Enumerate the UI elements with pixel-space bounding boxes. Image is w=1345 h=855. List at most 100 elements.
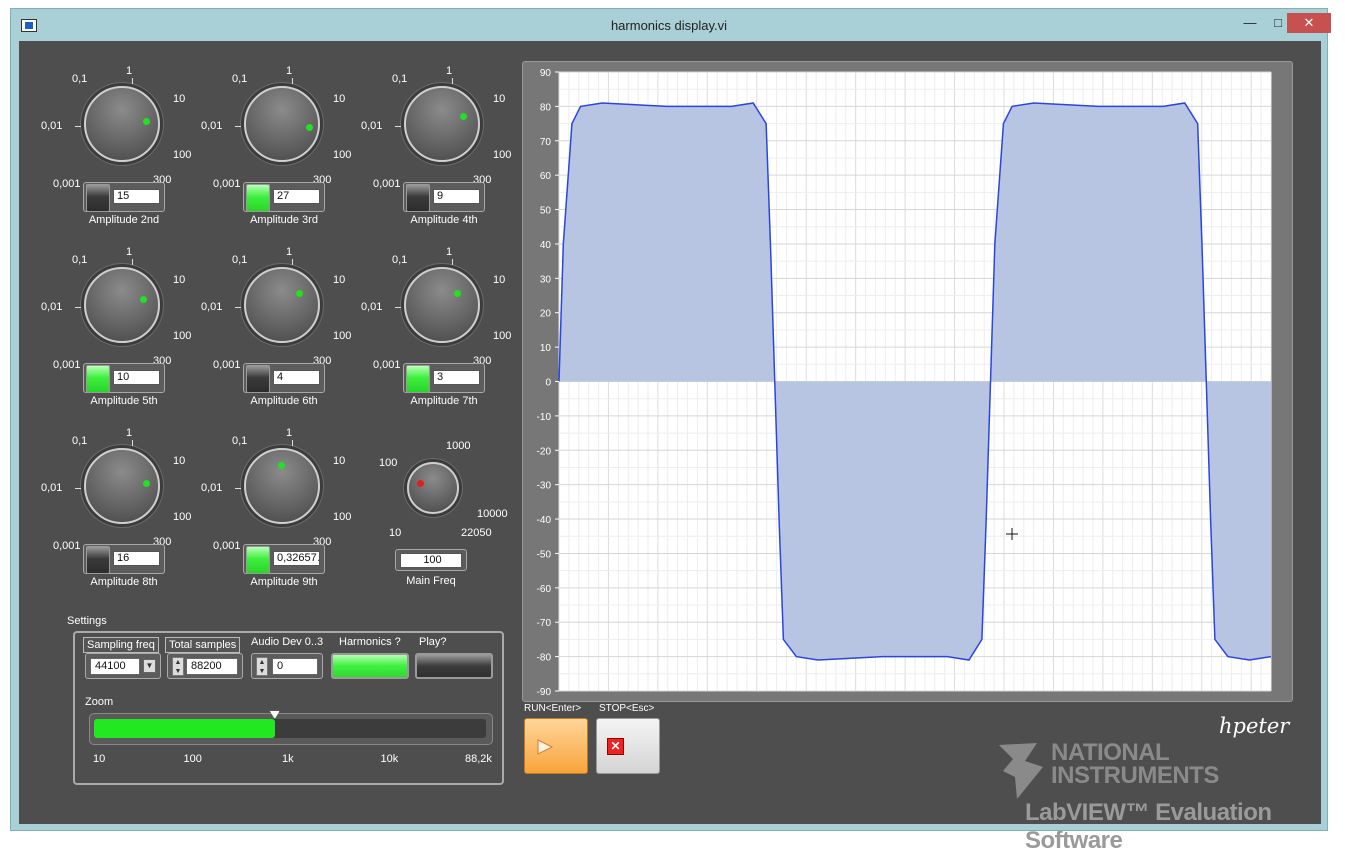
amplitude-input[interactable]: 9 — [403, 182, 485, 212]
dropdown-arrow-icon[interactable]: ▼ — [143, 659, 156, 673]
amplitude-value[interactable]: 16 — [113, 551, 160, 566]
sampling-freq-select[interactable]: 44100 ▼ — [85, 653, 161, 679]
zoom-tick-label: 1k — [282, 753, 294, 765]
total-samples-spin-icon[interactable]: ▲ ▼ — [172, 657, 184, 676]
settings-panel: Settings Sampling freq 44100 ▼ Total sam… — [67, 615, 504, 785]
knob-scale-label: 10 — [333, 93, 346, 105]
amplitude-input[interactable]: 3 — [403, 363, 485, 393]
knob-tick — [395, 307, 401, 308]
ni-eagle-logo-icon — [999, 743, 1043, 799]
amplitude-value[interactable]: 10 — [113, 370, 160, 385]
amplitude-enable-toggle[interactable] — [246, 546, 270, 574]
ni-line2: INSTRUMENTS — [1051, 762, 1219, 789]
main-freq-knob[interactable] — [407, 462, 459, 514]
knob-scale-label: 0,01 — [201, 482, 223, 494]
y-tick-label: 20 — [540, 309, 552, 320]
knob-tick — [75, 307, 81, 308]
waveform-graph[interactable]: 90 80 70 60 50 40 30 20 10 0 -10 -20 -30 -40 -50 -60 -70… — [522, 61, 1293, 702]
amplitude-label: Amplitude 7th — [410, 395, 478, 407]
knob-scale-label: 0,1 — [392, 254, 408, 266]
knob-tick — [132, 78, 133, 84]
knob-scale-label: 100 — [173, 330, 192, 342]
knob-scale-label: 100 — [333, 330, 352, 342]
front-panel: 0,1 1 10 0,01 100 0,001 300 15 Amplitude 2nd 0,1 1… — [19, 41, 1321, 854]
knob-scale-label: 1 — [446, 65, 453, 77]
amplitude-input[interactable]: 10 — [83, 363, 165, 393]
amplitude-value[interactable]: 27 — [273, 189, 320, 204]
y-tick-label: -10 — [537, 412, 552, 423]
harmonic-knob[interactable] — [404, 267, 480, 343]
waveform-svg[interactable]: 90 80 70 60 50 40 30 20 10 0 -10 -20 -30 -40 -50 -60 -70… — [523, 62, 1294, 703]
harmonic-knob[interactable] — [84, 267, 160, 343]
harmonic-knob[interactable] — [84, 448, 160, 524]
harmonic-knob[interactable] — [244, 86, 320, 162]
total-samples-value[interactable]: 88200 — [186, 658, 238, 675]
amplitude-input[interactable]: 16 — [83, 544, 165, 574]
amplitude-input[interactable]: 4 — [243, 363, 325, 393]
y-tick-label: -30 — [537, 481, 552, 492]
author-signature: hpeter — [1219, 714, 1290, 738]
stop-button[interactable]: ✕ — [596, 718, 660, 774]
stop-label: STOP<Esc> — [599, 703, 655, 714]
harmonic-knob[interactable] — [244, 448, 320, 524]
amplitude-enable-toggle[interactable] — [246, 365, 270, 393]
amplitude-value[interactable]: 0,32657… — [273, 551, 320, 566]
knob-tick — [235, 488, 241, 489]
knob-tick — [132, 440, 133, 446]
amplitude-enable-toggle[interactable] — [86, 184, 110, 212]
amplitude-label: Amplitude 4th — [410, 214, 478, 226]
title-bar[interactable]: harmonics display.vi — □ ✕ — [11, 9, 1331, 41]
amplitude-enable-toggle[interactable] — [246, 184, 270, 212]
zoom-tick-label: 10k — [380, 753, 399, 765]
main-freq-input[interactable]: 100 — [395, 549, 467, 571]
main-freq-value[interactable]: 100 — [400, 553, 462, 568]
labview-eval-watermark: LabVIEW™ Evaluation Software — [1025, 799, 1272, 854]
knob-scale-label: 1 — [286, 427, 293, 439]
knob-indicator-dot — [140, 296, 147, 303]
knob-scale-label: 1 — [286, 65, 293, 77]
harmonic-knob[interactable] — [84, 86, 160, 162]
total-samples-input[interactable]: ▲ ▼ 88200 — [167, 653, 243, 679]
close-button[interactable]: ✕ — [1287, 13, 1331, 33]
y-tick-label: -40 — [537, 515, 552, 526]
audio-dev-spin-icon[interactable]: ▲ ▼ — [256, 657, 268, 676]
amplitude-enable-toggle[interactable] — [406, 184, 430, 212]
y-tick-label: -70 — [537, 618, 552, 629]
amplitude-enable-toggle[interactable] — [406, 365, 430, 393]
ni-watermark-logo: NATIONAL INSTRUMENTS — [1051, 741, 1219, 789]
knob-scale-label: 0,001 — [213, 178, 241, 190]
knob-scale-label: 0,001 — [373, 178, 401, 190]
main-freq-scale-22050: 22050 — [461, 527, 492, 539]
amplitude-input[interactable]: 27 — [243, 182, 325, 212]
main-freq-label: Main Freq — [406, 575, 456, 587]
zoom-label: Zoom — [85, 696, 114, 708]
play-toggle-button[interactable] — [415, 653, 493, 679]
zoom-thumb[interactable] — [269, 710, 281, 719]
amplitude-value[interactable]: 3 — [433, 370, 480, 385]
amplitude-enable-toggle[interactable] — [86, 546, 110, 574]
minimize-button[interactable]: — — [1237, 13, 1263, 33]
harmonics-toggle-button[interactable] — [331, 653, 409, 679]
amplitude-label: Amplitude 8th — [90, 576, 158, 588]
amplitude-enable-toggle[interactable] — [86, 365, 110, 393]
main-freq-scale-10: 10 — [389, 527, 402, 539]
zoom-slider[interactable] — [89, 710, 493, 745]
amplitude-value[interactable]: 15 — [113, 189, 160, 204]
knob-scale-label: 0,001 — [373, 359, 401, 371]
audio-dev-value[interactable]: 0 — [272, 658, 318, 675]
amplitude-input[interactable]: 15 — [83, 182, 165, 212]
run-button[interactable] — [524, 718, 588, 774]
knob-scale-label: 0,001 — [213, 540, 241, 552]
knob-scale-label: 0,001 — [53, 359, 81, 371]
amplitude-value[interactable]: 9 — [433, 189, 480, 204]
knob-scale-label: 100 — [493, 149, 512, 161]
knob-scale-label: 0,1 — [232, 254, 248, 266]
audio-dev-input[interactable]: ▲ ▼ 0 — [251, 653, 323, 679]
sampling-freq-value[interactable]: 44100 — [90, 658, 140, 675]
knob-scale-label: 100 — [173, 511, 192, 523]
harmonic-knob[interactable] — [244, 267, 320, 343]
harmonic-knob[interactable] — [404, 86, 480, 162]
knob-scale-label: 0,01 — [41, 301, 63, 313]
amplitude-value[interactable]: 4 — [273, 370, 320, 385]
amplitude-input[interactable]: 0,32657… — [243, 544, 325, 574]
